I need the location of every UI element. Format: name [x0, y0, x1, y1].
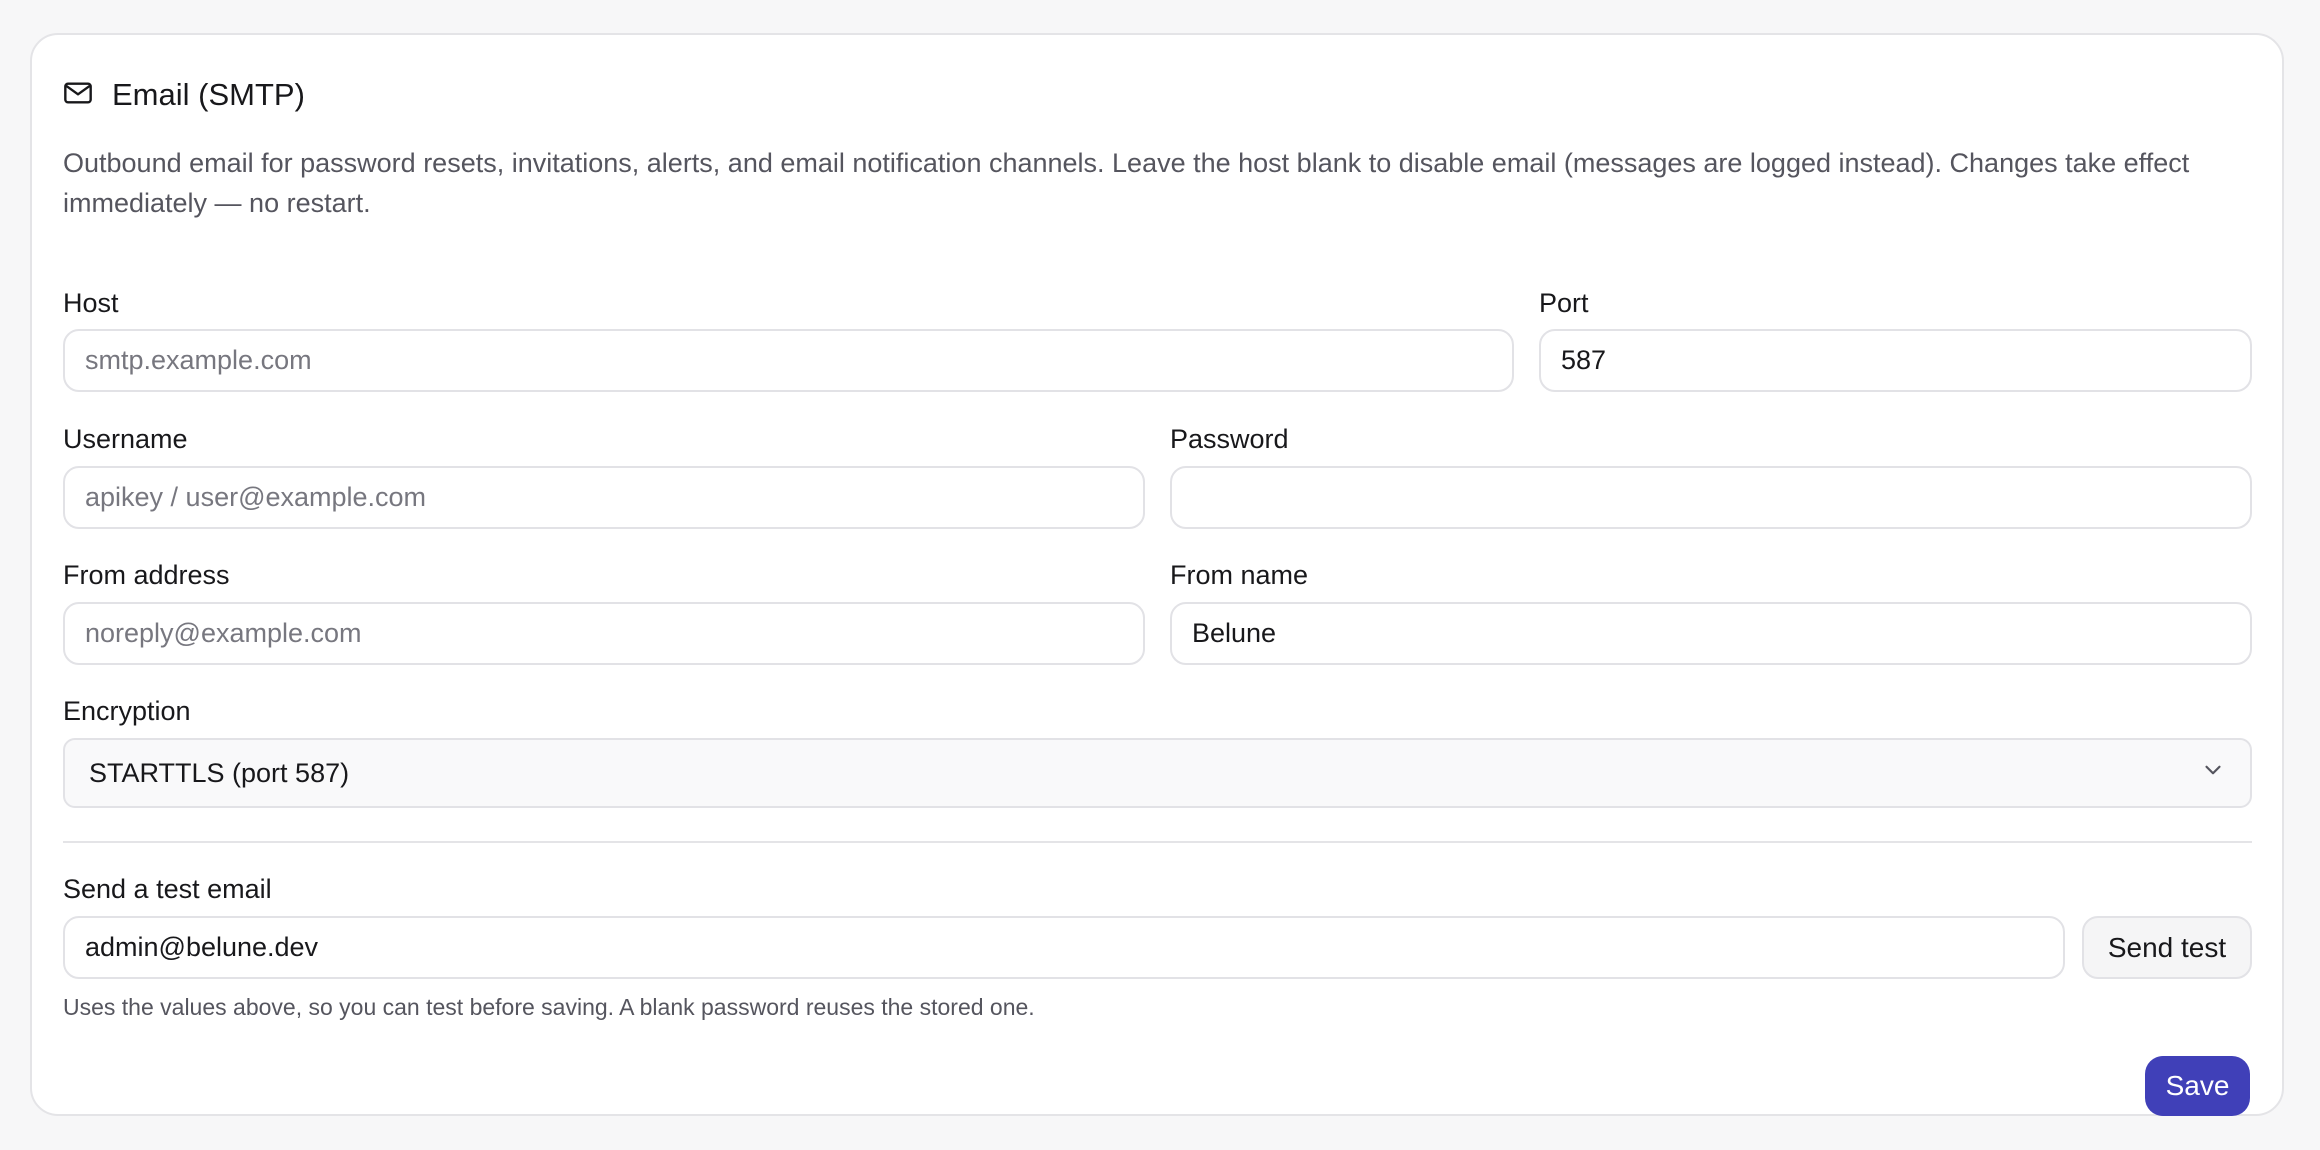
- port-label: Port: [1539, 288, 1589, 318]
- from-name-label: From name: [1170, 560, 1309, 590]
- encryption-selected-value: STARTTLS (port 587): [89, 757, 350, 788]
- section-header: Email (SMTP): [62, 70, 305, 120]
- port-input[interactable]: [1539, 329, 2252, 392]
- save-button[interactable]: Save: [2145, 1056, 2250, 1116]
- password-input[interactable]: [1170, 466, 2252, 529]
- test-email-label: Send a test email: [63, 874, 272, 904]
- from-name-input[interactable]: [1170, 602, 2252, 665]
- password-label: Password: [1170, 424, 1289, 454]
- section-description: Outbound email for password resets, invi…: [63, 148, 2190, 218]
- test-email-hint: Uses the values above, so you can test b…: [63, 994, 1035, 1020]
- username-input[interactable]: [63, 466, 1145, 529]
- encryption-label: Encryption: [63, 696, 191, 726]
- send-test-button[interactable]: Send test: [2082, 916, 2252, 979]
- host-label: Host: [63, 288, 119, 318]
- mail-icon: [62, 77, 94, 114]
- section-divider: [63, 841, 2252, 843]
- smtp-settings-card: Email (SMTP) Outbound email for password…: [30, 33, 2284, 1116]
- chevron-down-icon: [2200, 757, 2226, 790]
- from-address-label: From address: [63, 560, 230, 590]
- encryption-select[interactable]: STARTTLS (port 587): [63, 738, 2252, 808]
- from-address-input[interactable]: [63, 602, 1145, 665]
- username-label: Username: [63, 424, 188, 454]
- test-email-input[interactable]: [63, 916, 2065, 979]
- section-title: Email (SMTP): [112, 77, 305, 112]
- host-input[interactable]: [63, 329, 1514, 392]
